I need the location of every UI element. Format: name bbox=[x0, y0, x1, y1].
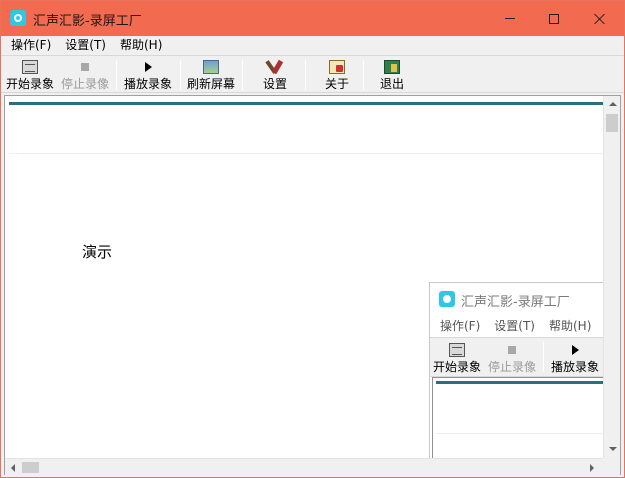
main-window: 汇声汇影-录屏工厂 操作(F) 设置(T) 帮助(H) 开始录象 停止录像 播放… bbox=[0, 0, 625, 478]
preview-top-rule bbox=[9, 102, 603, 105]
close-button[interactable] bbox=[577, 1, 623, 36]
refresh-screen-label: 刷新屏幕 bbox=[187, 77, 236, 91]
nested-preview-area bbox=[432, 377, 603, 458]
preview-area: 演示 汇声汇影-录屏工厂 操作(F) 设置(T) 帮助(H) 开始录象 停止录像… bbox=[4, 95, 621, 475]
nested-menu-operation: 操作(F) bbox=[440, 319, 481, 333]
about-label: 关于 bbox=[325, 77, 350, 91]
title-bar[interactable]: 汇声汇影-录屏工厂 bbox=[1, 1, 624, 36]
exit-button[interactable]: 退出 bbox=[380, 58, 404, 92]
nested-record-icon bbox=[449, 343, 465, 357]
nested-app-camera-icon bbox=[439, 291, 455, 307]
scroll-up-arrow-icon[interactable] bbox=[609, 102, 617, 106]
nested-start-record: 开始录象 bbox=[433, 341, 481, 375]
scroll-down-arrow-icon[interactable] bbox=[609, 447, 617, 451]
nested-play-record-label: 播放录象 bbox=[551, 360, 600, 374]
menu-settings[interactable]: 设置(T) bbox=[58, 36, 113, 55]
menu-bar: 操作(F) 设置(T) 帮助(H) bbox=[1, 36, 624, 55]
toolbar-separator bbox=[116, 60, 117, 90]
nested-play-record: 播放录象 bbox=[551, 341, 599, 375]
minimize-button[interactable] bbox=[487, 1, 533, 36]
nested-stop-icon bbox=[504, 343, 520, 357]
stop-icon bbox=[77, 60, 93, 74]
horizontal-scroll-thumb[interactable] bbox=[22, 462, 39, 473]
stop-record-button[interactable]: 停止录像 bbox=[61, 58, 109, 92]
nested-play-icon bbox=[567, 343, 583, 357]
toolbar-separator bbox=[363, 60, 364, 90]
nested-title-bar: 汇声汇影-录屏工厂 bbox=[430, 283, 603, 315]
settings-button[interactable]: 设置 bbox=[263, 58, 287, 92]
nested-stop-record-label: 停止录像 bbox=[488, 360, 537, 374]
nested-top-rule bbox=[436, 381, 603, 384]
menu-operation[interactable]: 操作(F) bbox=[1, 36, 58, 55]
start-record-button[interactable]: 开始录象 bbox=[6, 58, 54, 92]
horizontal-scrollbar[interactable] bbox=[5, 458, 603, 475]
nested-toolbar: 开始录象 停止录像 播放录象 bbox=[430, 337, 603, 377]
nested-menu-bar: 操作(F) 设置(T) 帮助(H) bbox=[430, 315, 603, 337]
nested-menu-help: 帮助(H) bbox=[548, 319, 592, 333]
toolbar-separator bbox=[180, 60, 181, 90]
maximize-icon bbox=[549, 13, 559, 24]
nested-start-record-label: 开始录象 bbox=[433, 360, 482, 374]
nested-window-title: 汇声汇影-录屏工厂 bbox=[461, 295, 570, 310]
preview-canvas[interactable]: 演示 汇声汇影-录屏工厂 操作(F) 设置(T) 帮助(H) 开始录象 停止录像… bbox=[5, 96, 603, 458]
scrollbar-corner bbox=[603, 458, 620, 475]
toolbar-separator bbox=[242, 60, 243, 90]
menu-help[interactable]: 帮助(H) bbox=[113, 36, 169, 55]
play-record-button[interactable]: 播放录象 bbox=[124, 58, 172, 92]
close-icon bbox=[594, 13, 606, 25]
window-title: 汇声汇影-录屏工厂 bbox=[33, 14, 142, 29]
nested-divider bbox=[436, 433, 603, 434]
play-icon bbox=[140, 60, 156, 74]
start-record-label: 开始录象 bbox=[6, 77, 55, 91]
demo-text: 演示 bbox=[82, 243, 113, 261]
toolbar-separator bbox=[305, 60, 306, 90]
stop-record-label: 停止录像 bbox=[61, 77, 110, 91]
nested-stop-record: 停止录像 bbox=[488, 341, 536, 375]
nested-menu-settings: 设置(T) bbox=[494, 319, 535, 333]
settings-label: 设置 bbox=[263, 77, 288, 91]
tools-icon bbox=[267, 60, 283, 74]
recorded-window-preview: 汇声汇影-录屏工厂 操作(F) 设置(T) 帮助(H) 开始录象 停止录像 播放… bbox=[429, 282, 603, 458]
about-button[interactable]: 关于 bbox=[325, 58, 349, 92]
info-document-icon bbox=[329, 60, 345, 74]
nested-toolbar-separator bbox=[543, 342, 544, 372]
record-icon bbox=[22, 60, 38, 74]
vertical-scroll-thumb[interactable] bbox=[606, 114, 618, 132]
exit-label: 退出 bbox=[380, 77, 405, 91]
scroll-right-arrow-icon[interactable] bbox=[590, 464, 594, 472]
preview-divider bbox=[9, 153, 603, 154]
exit-door-icon bbox=[384, 60, 400, 74]
scroll-left-arrow-icon[interactable] bbox=[11, 464, 15, 472]
app-camera-icon bbox=[10, 10, 26, 26]
maximize-button[interactable] bbox=[531, 1, 577, 36]
refresh-screen-button[interactable]: 刷新屏幕 bbox=[187, 58, 235, 92]
toolbar: 开始录象 停止录像 播放录象 刷新屏幕 设置 关于 退出 bbox=[1, 55, 624, 93]
picture-icon bbox=[203, 60, 219, 74]
play-record-label: 播放录象 bbox=[124, 77, 173, 91]
minimize-icon bbox=[505, 18, 515, 19]
vertical-scrollbar[interactable] bbox=[603, 96, 620, 458]
